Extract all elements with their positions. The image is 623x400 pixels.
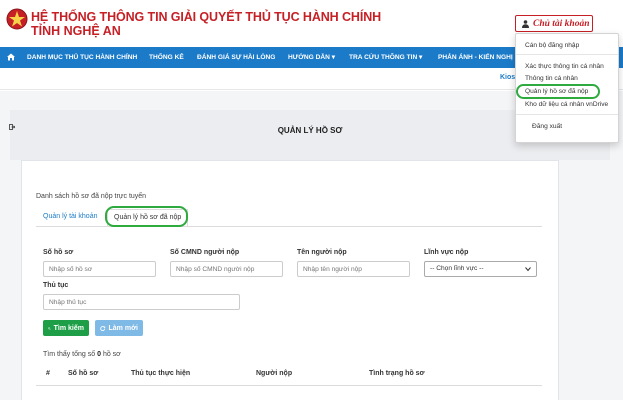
nav-huong-dan[interactable]: HƯỚNG DẪN ▾: [288, 47, 335, 68]
emblem-logo-icon: [6, 8, 28, 30]
nav-danh-muc-thu-tuc[interactable]: DANH MỤC THỦ TỤC HÀNH CHÍNH: [27, 47, 137, 68]
results-count: Tìm thấy tổng số 0 hồ sơ: [43, 351, 121, 358]
linh-vuc-select[interactable]: -- Chọn lĩnh vực --: [424, 261, 537, 277]
nav-danh-gia-hai-long[interactable]: ĐÁNH GIÁ SỰ HÀI LÒNG: [197, 47, 275, 68]
logout-icon: [9, 124, 15, 130]
results-count-prefix: Tìm thấy tổng số: [43, 351, 96, 358]
table-header-divider: [36, 385, 542, 386]
list-caption: Danh sách hồ sơ đã nộp trực tuyến: [36, 193, 147, 200]
kiosk-link[interactable]: Kios: [500, 74, 515, 81]
dropdown-divider: [516, 114, 618, 115]
nav-thong-ke[interactable]: THỐNG KÊ: [149, 47, 184, 68]
ho-so-label: Số hồ sơ: [43, 249, 74, 256]
nav-tra-cuu-thong-tin[interactable]: TRA CỨU THÔNG TIN ▾: [349, 47, 422, 68]
search-button[interactable]: Tìm kiếm: [43, 320, 89, 336]
user-icon: [522, 19, 529, 28]
table-header-status: Tình trạng hồ sơ: [369, 370, 425, 377]
tab-account-management[interactable]: Quản lý tài khoản: [43, 209, 97, 227]
nav-phan-anh-kien-nghi[interactable]: PHẢN ÁNH - KIẾN NGHỊ: [438, 47, 513, 68]
table-header-index: #: [46, 370, 50, 377]
table-header-record-number: Số hồ sơ: [68, 370, 99, 377]
search-button-label: Tìm kiếm: [53, 324, 84, 332]
chevron-down-icon: [525, 267, 531, 272]
ten-nguoi-nop-label: Tên người nộp: [297, 249, 347, 256]
site-subtitle[interactable]: TỈNH NGHỆ AN: [31, 24, 121, 38]
ten-nguoi-nop-input[interactable]: [297, 261, 410, 277]
site-title[interactable]: HỆ THỐNG THÔNG TIN GIẢI QUYẾT THỦ TỤC HÀ…: [31, 10, 381, 24]
linh-vuc-label: Lĩnh vực nộp: [424, 249, 469, 256]
cmnd-label: Số CMND người nộp: [170, 249, 240, 256]
refresh-icon: [100, 325, 106, 331]
dropdown-item-logout[interactable]: Đăng xuất: [532, 123, 562, 130]
results-count-suffix: hồ sơ: [102, 351, 121, 358]
table-header-procedure: Thủ tục thực hiện: [131, 370, 191, 377]
thu-tuc-label: Thủ tục: [43, 282, 69, 289]
results-count-number: 0: [97, 351, 101, 358]
dropdown-divider: [516, 54, 618, 55]
highlight-ring-dropdown: [516, 84, 600, 99]
dropdown-item-verify-info[interactable]: Xác thực thông tin cá nhân: [525, 63, 604, 70]
highlight-ring-tab: [105, 206, 188, 227]
account-button[interactable]: Chủ tài khoản: [515, 15, 593, 32]
home-icon[interactable]: [7, 53, 15, 61]
ho-so-input[interactable]: [43, 261, 156, 277]
search-icon: [48, 326, 51, 330]
dropdown-item-vndrive[interactable]: Kho dữ liệu cá nhân vnDrive: [525, 101, 608, 108]
reset-button-label: Làm mới: [108, 324, 138, 332]
dropdown-item-staff-login[interactable]: Cán bộ đăng nhập: [525, 42, 579, 49]
reset-button[interactable]: Làm mới: [95, 320, 143, 336]
cmnd-input[interactable]: [170, 261, 283, 277]
linh-vuc-selected-value: -- Chọn lĩnh vực --: [430, 265, 484, 272]
thu-tuc-input[interactable]: [43, 294, 240, 310]
account-label: Chủ tài khoản: [533, 18, 590, 29]
table-header-applicant: Người nộp: [256, 370, 293, 377]
dropdown-item-personal-info[interactable]: Thông tin cá nhân: [525, 75, 578, 82]
